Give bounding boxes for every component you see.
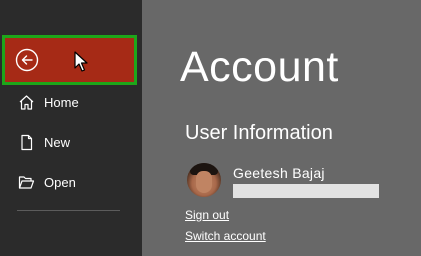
sidebar-item-home[interactable]: Home (0, 88, 142, 118)
sidebar-item-label: New (44, 135, 71, 150)
section-title: User Information (185, 122, 333, 144)
sidebar-divider (17, 210, 120, 211)
sidebar-item-label: Home (44, 95, 79, 110)
sidebar-item-new[interactable]: New (0, 128, 142, 158)
avatar (187, 163, 221, 197)
new-document-icon (21, 134, 33, 151)
switch-account-link[interactable]: Switch account (185, 229, 266, 244)
backstage-sidebar: Home New Open (0, 0, 142, 256)
mouse-cursor-icon (74, 51, 88, 72)
user-name: Geetesh Bajaj (233, 165, 325, 181)
page-title: Account (180, 43, 339, 91)
sign-out-link[interactable]: Sign out (185, 208, 229, 223)
sidebar-item-label: Open (44, 175, 76, 190)
sidebar-item-open[interactable]: Open (0, 168, 142, 198)
redacted-email (233, 184, 379, 198)
back-button[interactable] (2, 35, 137, 85)
home-icon (19, 95, 34, 110)
back-arrow-icon (15, 48, 39, 72)
open-folder-icon (18, 176, 35, 189)
